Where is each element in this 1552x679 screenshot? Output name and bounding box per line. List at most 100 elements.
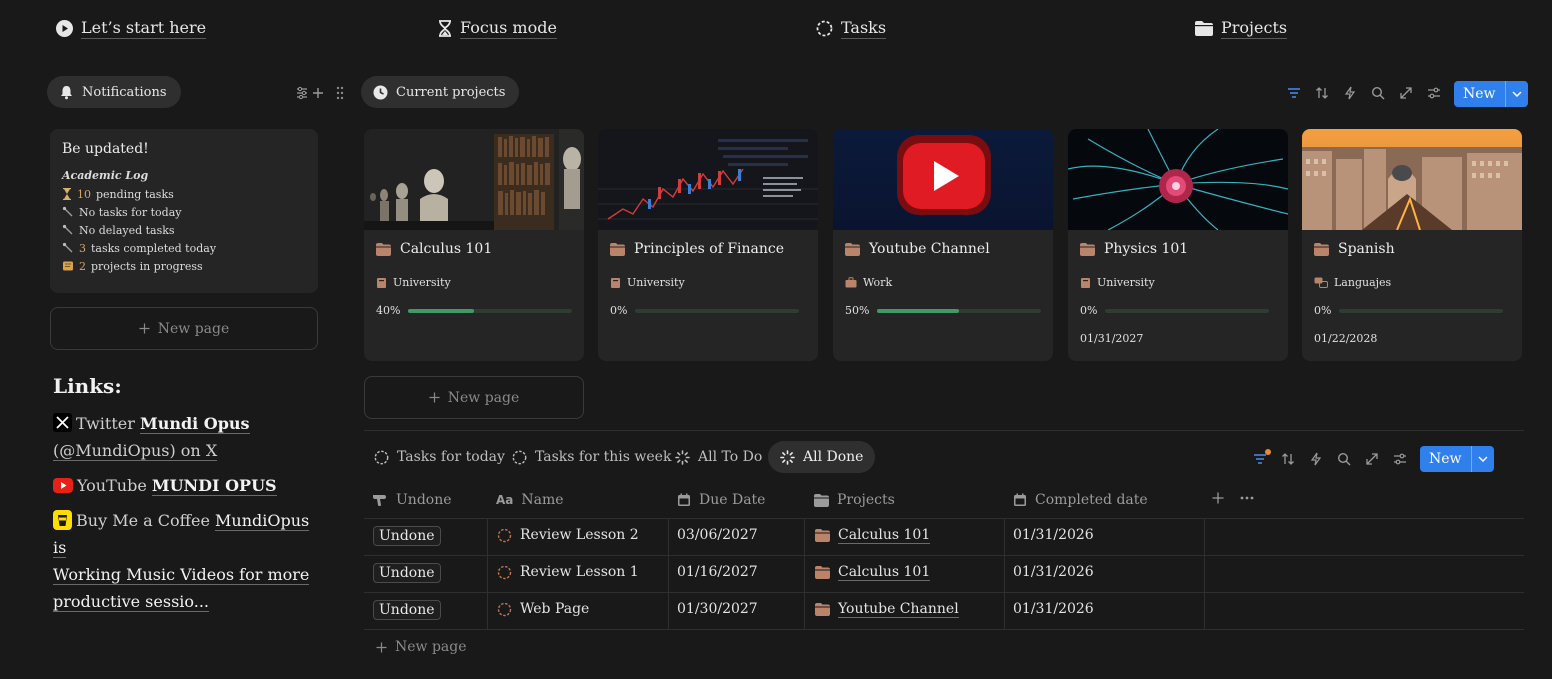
youtube-name: MUNDI OPUS <box>151 476 277 496</box>
card-title: Calculus 101 <box>376 241 492 257</box>
table-row-status[interactable]: Undone <box>373 563 441 583</box>
callout-text: No delayed tasks <box>79 223 175 237</box>
tab-tasks-for-this-week[interactable]: Tasks for this week <box>500 441 683 473</box>
projects-new-button[interactable]: New <box>1454 81 1528 107</box>
notifications-pill[interactable]: Notifications <box>47 76 181 108</box>
tasks-new-page-button[interactable]: New page <box>376 639 467 655</box>
card-progress: 50% <box>845 304 1042 317</box>
folder-icon <box>845 242 860 256</box>
expand-icon[interactable] <box>1365 452 1379 466</box>
table-row-project[interactable]: Youtube Channel <box>815 601 959 618</box>
undone-button[interactable]: Undone <box>373 526 441 546</box>
lightning-icon[interactable] <box>1309 452 1323 466</box>
card-progress: 40% <box>376 304 573 317</box>
table-row-name[interactable]: Review Lesson 1 <box>497 564 639 580</box>
project-card[interactable]: Spanish Languajes 0% 01/22/2028 <box>1302 129 1522 361</box>
column-header-name[interactable]: Aa Name <box>496 492 564 508</box>
column-divider <box>1004 518 1005 629</box>
bell-icon <box>59 85 74 100</box>
book-icon <box>376 277 387 289</box>
hand-pointer-icon <box>372 493 388 507</box>
sort-icon[interactable] <box>1281 452 1295 466</box>
project-card[interactable]: Physics 101 University 0% 01/31/2027 <box>1068 129 1288 361</box>
row-divider <box>364 555 1524 556</box>
twitter-link[interactable]: Twitter Mundi Opus (@MundiOpus) on X <box>53 410 323 464</box>
expand-icon[interactable] <box>1399 86 1413 100</box>
links-heading: Links: <box>53 374 122 398</box>
view-label: Current projects <box>396 84 506 100</box>
table-row-status[interactable]: Undone <box>373 600 441 620</box>
coffee-link[interactable]: Buy Me a Coffee MundiOpus is Working Mus… <box>53 507 323 615</box>
filter-add-icon[interactable] <box>296 86 324 100</box>
tasks-new-button[interactable]: New <box>1420 446 1494 472</box>
column-header-completed-date[interactable]: Completed date <box>1013 492 1148 508</box>
plus-icon <box>429 392 440 403</box>
column-header-projects[interactable]: Projects <box>814 492 895 508</box>
table-row-completed: 01/31/2026 <box>1013 527 1094 543</box>
sidebar-new-page-button[interactable]: New page <box>50 307 318 350</box>
folder-icon <box>610 242 625 256</box>
tab-tasks-for-today[interactable]: Tasks for today <box>362 441 517 473</box>
callout-text: tasks completed today <box>91 241 217 255</box>
callout-count: 3 <box>79 241 86 255</box>
coffee-prefix: Buy Me a Coffee <box>76 511 210 530</box>
table-row-project[interactable]: Calculus 101 <box>815 564 931 581</box>
table-row-name[interactable]: Review Lesson 2 <box>497 527 639 543</box>
card-title: Physics 101 <box>1080 241 1188 257</box>
column-header-due-date[interactable]: Due Date <box>677 492 765 508</box>
nav-label: Let’s start here <box>81 18 207 39</box>
undone-button[interactable]: Undone <box>373 600 441 620</box>
new-page-label: New page <box>157 320 230 337</box>
lightning-icon[interactable] <box>1343 86 1357 100</box>
search-icon[interactable] <box>1337 452 1351 466</box>
drag-handle-icon[interactable] <box>336 86 344 100</box>
folder-icon <box>815 603 830 616</box>
project-card[interactable]: Principles of Finance University 0% <box>598 129 818 361</box>
table-row-project[interactable]: Calculus 101 <box>815 527 931 544</box>
progress-bar <box>1339 308 1504 313</box>
callout-row: No tasks for today <box>62 203 306 221</box>
search-icon[interactable] <box>1371 86 1385 100</box>
calendar-icon <box>677 493 691 507</box>
current-projects-view-tab[interactable]: Current projects <box>361 76 520 108</box>
add-column-icon[interactable] <box>1212 492 1224 504</box>
project-card[interactable]: Calculus 101 University 40% <box>364 129 584 361</box>
table-row-status[interactable]: Undone <box>373 526 441 546</box>
scroll-icon <box>62 260 74 272</box>
nav-lets-start-here[interactable]: Let’s start here <box>56 18 207 39</box>
table-row-due: 01/30/2027 <box>677 601 758 617</box>
callout-title: Be updated! <box>62 141 149 157</box>
project-card[interactable]: Youtube Channel Work 50% <box>833 129 1053 361</box>
nav-focus-mode[interactable]: Focus mode <box>438 18 557 39</box>
projects-new-page-button[interactable]: New page <box>364 376 584 419</box>
tab-all-done[interactable]: All Done <box>768 441 876 473</box>
undone-button[interactable]: Undone <box>373 563 441 583</box>
filter-icon[interactable] <box>1253 449 1271 466</box>
sort-icon[interactable] <box>1315 86 1329 100</box>
card-title: Principles of Finance <box>610 241 784 257</box>
table-row-due: 01/16/2027 <box>677 564 758 580</box>
settings-sliders-icon[interactable] <box>1393 452 1407 466</box>
tab-all-to-do[interactable]: All To Do <box>663 441 774 473</box>
settings-sliders-icon[interactable] <box>1427 86 1441 100</box>
chevron-down-icon[interactable] <box>1472 456 1494 462</box>
dashed-circle-icon <box>816 20 833 37</box>
nav-projects[interactable]: Projects <box>1195 18 1288 39</box>
nav-tasks[interactable]: Tasks <box>816 18 887 39</box>
filter-icon[interactable] <box>1287 86 1301 100</box>
youtube-link[interactable]: YouTube MUNDI OPUS <box>53 472 323 499</box>
hourglass-icon <box>62 188 72 200</box>
card-title: Youtube Channel <box>845 241 990 257</box>
progress-bar <box>1105 308 1270 313</box>
dashed-circle-icon <box>374 450 389 465</box>
twitter-handle: (@MundiOpus) on X <box>53 441 218 461</box>
play-circle-icon <box>56 20 73 37</box>
table-row-name[interactable]: Web Page <box>497 601 589 617</box>
plus-icon <box>376 642 387 653</box>
coffee-link-text: productive sessio... <box>53 592 209 612</box>
table-row-completed: 01/31/2026 <box>1013 601 1094 617</box>
more-options-icon[interactable] <box>1240 496 1254 500</box>
card-cover-madrid-image <box>1302 129 1522 230</box>
chevron-down-icon[interactable] <box>1506 91 1528 97</box>
column-header-undone[interactable]: Undone <box>372 492 452 508</box>
